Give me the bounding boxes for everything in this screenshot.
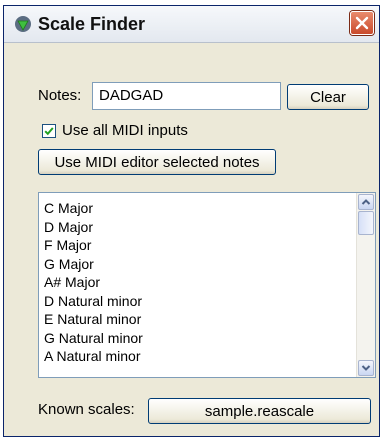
- notes-input[interactable]: DADGAD: [92, 82, 281, 110]
- use-midi-editor-notes-button[interactable]: Use MIDI editor selected notes: [38, 149, 276, 175]
- scroll-down-button[interactable]: [358, 360, 374, 376]
- clear-button[interactable]: Clear: [287, 84, 369, 110]
- chevron-down-icon: [361, 365, 371, 371]
- list-item[interactable]: E Natural minor: [44, 310, 143, 329]
- close-icon: [355, 16, 369, 30]
- use-all-midi-checkbox[interactable]: [42, 124, 56, 138]
- known-scales-file-button[interactable]: sample.reascale: [148, 398, 371, 424]
- list-item[interactable]: A# Major: [44, 273, 143, 292]
- notes-label: Notes:: [38, 87, 82, 104]
- window-title: Scale Finder: [38, 14, 146, 34]
- title-bar[interactable]: Scale Finder: [4, 6, 379, 43]
- list-item[interactable]: D Major: [44, 218, 143, 237]
- list-item[interactable]: A Natural minor: [44, 347, 143, 366]
- list-item[interactable]: G Natural minor: [44, 329, 143, 348]
- scale-finder-window: Scale Finder Notes: DADGAD Clear Use all…: [3, 5, 380, 437]
- list-item[interactable]: G Major: [44, 255, 143, 274]
- use-all-midi-label: Use all MIDI inputs: [62, 122, 188, 139]
- list-item[interactable]: C Major: [44, 199, 143, 218]
- list-item[interactable]: D Natural minor: [44, 292, 143, 311]
- chevron-up-icon: [361, 199, 371, 205]
- known-scales-label: Known scales:: [38, 401, 135, 418]
- close-button[interactable]: [350, 11, 374, 35]
- reaper-icon: [14, 15, 32, 33]
- list-item[interactable]: F Major: [44, 236, 143, 255]
- checkmark-icon: [44, 127, 54, 136]
- scrollbar[interactable]: [356, 193, 375, 377]
- scroll-thumb[interactable]: [358, 211, 374, 235]
- scales-list[interactable]: C Major D Major F Major G Major A# Major…: [38, 192, 376, 378]
- scroll-up-button[interactable]: [358, 194, 374, 210]
